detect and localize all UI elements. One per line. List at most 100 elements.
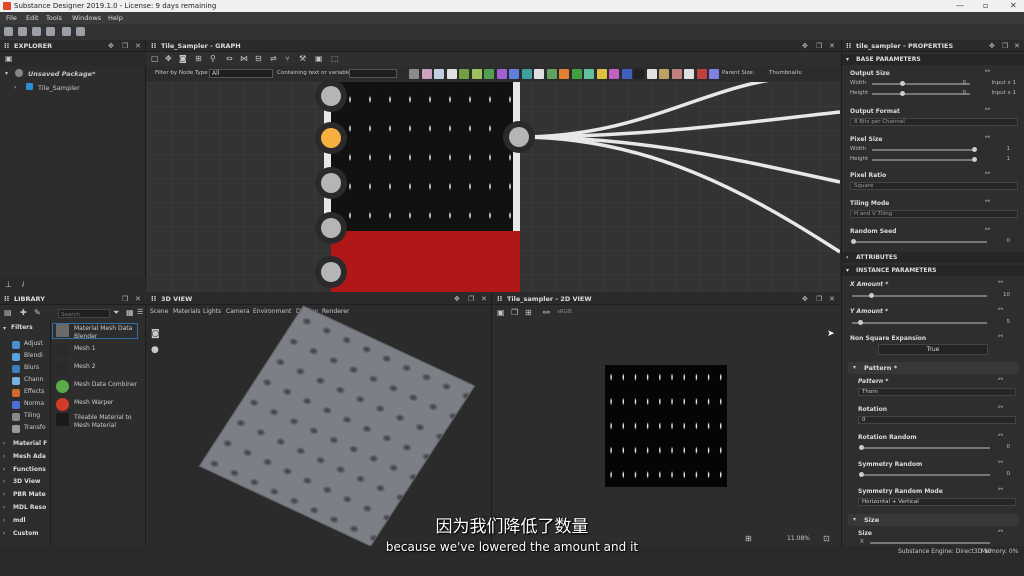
output-height-relative[interactable]: Input x 1 bbox=[972, 90, 1017, 96]
filter-item[interactable]: Transfo bbox=[24, 424, 46, 431]
node-type-filter-icon[interactable] bbox=[496, 69, 507, 79]
symmetry-random-mode-select[interactable]: Horizontal + Vertical bbox=[858, 498, 1016, 506]
library-item[interactable]: Mesh 2 bbox=[74, 363, 140, 371]
link-icon[interactable]: ⇔ bbox=[226, 54, 233, 63]
rotation-select[interactable]: 0 bbox=[858, 416, 1016, 424]
node-type-filter-icon[interactable] bbox=[546, 69, 557, 79]
library-item[interactable]: Mesh Warper bbox=[74, 399, 140, 407]
library-close-icon[interactable]: ✕ bbox=[135, 295, 141, 303]
node-type-filter-icon[interactable] bbox=[521, 69, 532, 79]
node-type-filter-icon[interactable] bbox=[471, 69, 482, 79]
link-param-icon[interactable]: ⚯ bbox=[985, 198, 990, 205]
pattern-group-header[interactable]: ▾ Pattern * bbox=[848, 362, 1018, 374]
open-icon[interactable] bbox=[32, 27, 41, 36]
tool-icon[interactable]: ⚒ bbox=[299, 54, 306, 63]
3d-view-float-icon[interactable]: ❐ bbox=[468, 295, 474, 303]
2d-view-close-icon[interactable]: ✕ bbox=[829, 295, 835, 303]
pixel-height-slider[interactable] bbox=[872, 159, 976, 161]
node-type-filter-icon[interactable] bbox=[609, 69, 619, 79]
3d-menu-item[interactable]: Renderer bbox=[322, 308, 349, 315]
link-param-icon[interactable]: ⚯ bbox=[998, 306, 1003, 313]
link-param-icon[interactable]: ⚯ bbox=[985, 170, 990, 177]
library-category[interactable]: PBR Mate bbox=[13, 491, 46, 498]
explorer-package[interactable]: Unsaved Package* bbox=[28, 70, 95, 78]
node-type-filter-icon[interactable] bbox=[634, 69, 644, 79]
link-param-icon[interactable]: ⚯ bbox=[998, 279, 1003, 286]
pixel-height-knob[interactable] bbox=[972, 157, 977, 162]
library-category[interactable]: Mesh Ada bbox=[13, 453, 46, 460]
node-type-filter-icon[interactable] bbox=[646, 69, 657, 79]
2d-grid-icon[interactable]: ⊞ bbox=[525, 308, 532, 317]
3d-menu-item[interactable]: Materials bbox=[173, 308, 201, 315]
filter-item[interactable]: Chann bbox=[24, 376, 43, 383]
explorer-item[interactable]: Tile_Sampler bbox=[38, 84, 80, 92]
base-parameters-header[interactable]: BASE PARAMETERS ▾ bbox=[842, 54, 1024, 65]
node-type-filter-icon[interactable] bbox=[596, 69, 607, 79]
link-param-icon[interactable]: ⚯ bbox=[985, 226, 990, 233]
non-square-toggle[interactable]: True bbox=[878, 344, 988, 355]
filter-select[interactable]: All bbox=[209, 69, 273, 78]
node-type-filter-icon[interactable] bbox=[696, 69, 707, 79]
move-icon[interactable]: ✥ bbox=[165, 54, 172, 63]
filter-item[interactable]: Norma bbox=[24, 400, 44, 407]
list-icon[interactable]: ☰ bbox=[137, 308, 143, 316]
menu-file[interactable]: File bbox=[6, 14, 17, 22]
2d-lock-icon[interactable]: ⚯ bbox=[543, 308, 550, 317]
panel-float-icon[interactable]: ❐ bbox=[122, 42, 128, 50]
category-arrow-icon[interactable]: › bbox=[3, 504, 5, 511]
node-type-filter-icon[interactable] bbox=[534, 69, 544, 79]
save-icon[interactable] bbox=[46, 27, 55, 36]
pixel-width-slider[interactable] bbox=[872, 149, 976, 151]
link-param-icon[interactable]: ⚯ bbox=[998, 459, 1003, 466]
info-icon[interactable]: i bbox=[22, 280, 24, 289]
library-item[interactable]: Mesh 1 bbox=[74, 345, 140, 353]
2d-view-float-icon[interactable]: ❐ bbox=[816, 295, 822, 303]
node-type-filter-icon[interactable] bbox=[509, 69, 519, 79]
pixel-width-knob[interactable] bbox=[972, 147, 977, 152]
containing-input[interactable] bbox=[349, 69, 397, 78]
filter-item[interactable]: Blurs bbox=[24, 364, 39, 371]
redo-icon[interactable] bbox=[76, 27, 85, 36]
input-port[interactable] bbox=[315, 80, 347, 112]
search-icon[interactable]: ⚲ bbox=[210, 54, 216, 63]
panel-pin-icon[interactable]: ✥ bbox=[108, 42, 114, 50]
2d-preview-image[interactable] bbox=[605, 365, 727, 487]
input-port[interactable] bbox=[315, 167, 347, 199]
pixel-ratio-select[interactable]: Square bbox=[850, 182, 1018, 190]
menu-edit[interactable]: Edit bbox=[26, 14, 39, 22]
thumbnails-label[interactable]: Thumbnails: bbox=[769, 70, 803, 76]
filter-item[interactable]: Blendi bbox=[24, 352, 43, 359]
3d-menu-item[interactable]: Lights bbox=[203, 308, 221, 315]
category-arrow-icon[interactable]: › bbox=[3, 478, 5, 485]
output-format-select[interactable]: 8 Bits per Channel bbox=[850, 118, 1018, 126]
branch-icon[interactable]: ⑂ bbox=[285, 54, 290, 63]
attributes-header[interactable]: ATTRIBUTES › bbox=[842, 252, 1024, 263]
2d-srgb-label[interactable]: sRGB bbox=[557, 309, 572, 315]
2d-view-pin-icon[interactable]: ✥ bbox=[802, 295, 808, 303]
expand-arrow-icon[interactable]: ▾ bbox=[5, 70, 8, 77]
node-type-filter-icon[interactable] bbox=[559, 69, 569, 79]
category-arrow-icon[interactable]: › bbox=[3, 440, 5, 447]
tiling-mode-select[interactable]: H and V Tiling bbox=[850, 210, 1018, 218]
3d-menu-item[interactable]: Scene bbox=[150, 308, 168, 315]
new-graph-icon[interactable] bbox=[18, 27, 27, 36]
node-type-filter-icon[interactable] bbox=[484, 69, 494, 79]
category-arrow-icon[interactable]: › bbox=[3, 491, 5, 498]
filter-item[interactable]: Adjust bbox=[24, 340, 43, 347]
node-type-filter-icon[interactable] bbox=[584, 69, 594, 79]
library-item[interactable]: Material Mesh Data Blender bbox=[74, 325, 140, 341]
node-type-filter-icon[interactable] bbox=[434, 69, 444, 79]
properties-close-icon[interactable]: ✕ bbox=[1014, 42, 1020, 50]
graph-canvas[interactable] bbox=[147, 80, 840, 292]
minimize-icon[interactable]: — bbox=[956, 1, 964, 10]
3d-view-pin-icon[interactable]: ✥ bbox=[454, 295, 460, 303]
filter-item[interactable]: Effects bbox=[24, 388, 44, 395]
3d-menu-item[interactable]: Environment bbox=[253, 308, 291, 315]
parent-size-label[interactable]: Parent Size: bbox=[722, 70, 755, 76]
node-type-filter-icon[interactable] bbox=[459, 69, 469, 79]
node-type-filter-icon[interactable] bbox=[409, 69, 419, 79]
light-icon[interactable]: ● bbox=[151, 345, 159, 355]
random-seed-slider[interactable] bbox=[852, 241, 987, 243]
library-category[interactable]: 3D View bbox=[13, 478, 40, 485]
link-param-icon[interactable]: ⚯ bbox=[998, 333, 1003, 340]
